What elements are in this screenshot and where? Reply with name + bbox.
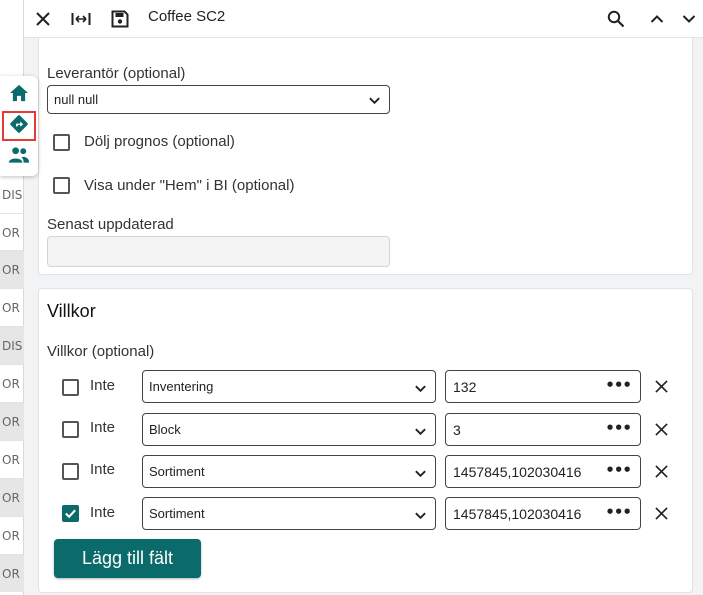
chevron-up-icon[interactable] xyxy=(645,7,669,31)
condition-value-field[interactable]: 1457845,102030416 ••• xyxy=(445,455,641,488)
condition-not-checkbox[interactable] xyxy=(62,379,79,396)
close-icon xyxy=(654,421,668,440)
panel-toolbar: Coffee SC2 xyxy=(24,0,703,38)
condition-value: 1457845,102030416 xyxy=(453,464,582,480)
last-updated-field xyxy=(47,236,390,267)
strip-cell: OR xyxy=(0,364,24,402)
chevron-down-icon xyxy=(414,507,427,526)
condition-field-value: Block xyxy=(149,422,181,437)
condition-value-field[interactable]: 132 ••• xyxy=(445,370,641,403)
condition-not-checkbox[interactable] xyxy=(62,505,79,522)
strip-cell: OR xyxy=(0,478,24,516)
add-field-button[interactable]: Lägg till fält xyxy=(54,539,201,578)
conditions-title: Villkor xyxy=(47,301,96,321)
chevron-down-icon xyxy=(414,465,427,484)
condition-not-label: Inte xyxy=(90,419,116,436)
strip-cell: DIS xyxy=(0,326,24,364)
condition-value: 3 xyxy=(453,422,461,438)
condition-field-select[interactable]: Inventering xyxy=(142,370,436,403)
condition-value-field[interactable]: 3 ••• xyxy=(445,413,641,446)
chevron-down-icon xyxy=(414,380,427,399)
condition-not-checkbox[interactable] xyxy=(62,421,79,438)
directions-icon xyxy=(9,114,29,138)
strip-cell: OR xyxy=(0,516,24,554)
document-title: Coffee SC2 xyxy=(148,8,226,25)
nav-directions-button[interactable] xyxy=(2,111,36,141)
chevron-down-icon[interactable] xyxy=(677,7,701,31)
more-options-icon[interactable]: ••• xyxy=(605,461,632,479)
settings-card: Leverantör (optional) null null Dölj pro… xyxy=(38,38,693,275)
close-icon xyxy=(654,505,668,524)
strip-cell: DIS xyxy=(0,175,24,213)
condition-not-label: Inte xyxy=(90,504,116,521)
close-icon[interactable] xyxy=(31,7,55,31)
show-home-checkbox[interactable] xyxy=(53,177,70,194)
condition-value-field[interactable]: 1457845,102030416 ••• xyxy=(445,497,641,530)
remove-condition-button[interactable] xyxy=(651,504,671,524)
strip-cell: OR xyxy=(0,213,24,251)
hide-forecast-checkbox[interactable] xyxy=(53,134,70,151)
condition-not-label: Inte xyxy=(90,377,116,394)
more-options-icon[interactable]: ••• xyxy=(605,376,632,394)
condition-field-select[interactable]: Sortiment xyxy=(142,497,436,530)
conditions-subtitle: Villkor (optional) xyxy=(47,343,155,360)
supplier-label: Leverantör (optional) xyxy=(47,65,186,82)
last-updated-label: Senast uppdaterad xyxy=(47,216,174,233)
remove-condition-button[interactable] xyxy=(651,420,671,440)
strip-cell: OR xyxy=(0,288,24,326)
remove-condition-button[interactable] xyxy=(651,377,671,397)
show-home-label: Visa under "Hem" i BI (optional) xyxy=(84,177,295,194)
detail-panel: Coffee SC2 Leverantör (optional) null nu… xyxy=(24,0,703,595)
remove-condition-button[interactable] xyxy=(651,462,671,482)
condition-field-select[interactable]: Sortiment xyxy=(142,455,436,488)
home-icon xyxy=(9,84,29,106)
fit-width-icon[interactable] xyxy=(69,7,93,31)
strip-cell: OR xyxy=(0,402,24,440)
condition-not-label: Inte xyxy=(90,461,116,478)
condition-not-checkbox[interactable] xyxy=(62,463,79,480)
more-options-icon[interactable]: ••• xyxy=(605,419,632,437)
save-icon[interactable] xyxy=(108,7,132,31)
chevron-down-icon xyxy=(414,423,427,442)
nav-home-button[interactable] xyxy=(2,80,36,110)
chevron-down-icon xyxy=(368,92,381,111)
strip-cell: OR xyxy=(0,440,24,478)
search-icon[interactable] xyxy=(604,7,628,31)
condition-value: 1457845,102030416 xyxy=(453,506,582,522)
close-icon xyxy=(654,378,668,397)
nav-rail xyxy=(0,76,38,176)
hide-forecast-label: Dölj prognos (optional) xyxy=(84,133,235,150)
more-options-icon[interactable]: ••• xyxy=(605,503,632,521)
condition-field-select[interactable]: Block xyxy=(142,413,436,446)
supplier-value: null null xyxy=(54,92,99,107)
condition-field-value: Sortiment xyxy=(149,506,205,521)
condition-value: 132 xyxy=(453,379,477,395)
close-icon xyxy=(654,463,668,482)
supplier-select[interactable]: null null xyxy=(47,85,390,114)
strip-cell: OR xyxy=(0,250,24,288)
nav-people-button[interactable] xyxy=(2,142,36,172)
condition-field-value: Inventering xyxy=(149,379,214,394)
strip-cell: OR xyxy=(0,554,24,592)
condition-field-value: Sortiment xyxy=(149,464,205,479)
people-icon xyxy=(8,146,30,168)
